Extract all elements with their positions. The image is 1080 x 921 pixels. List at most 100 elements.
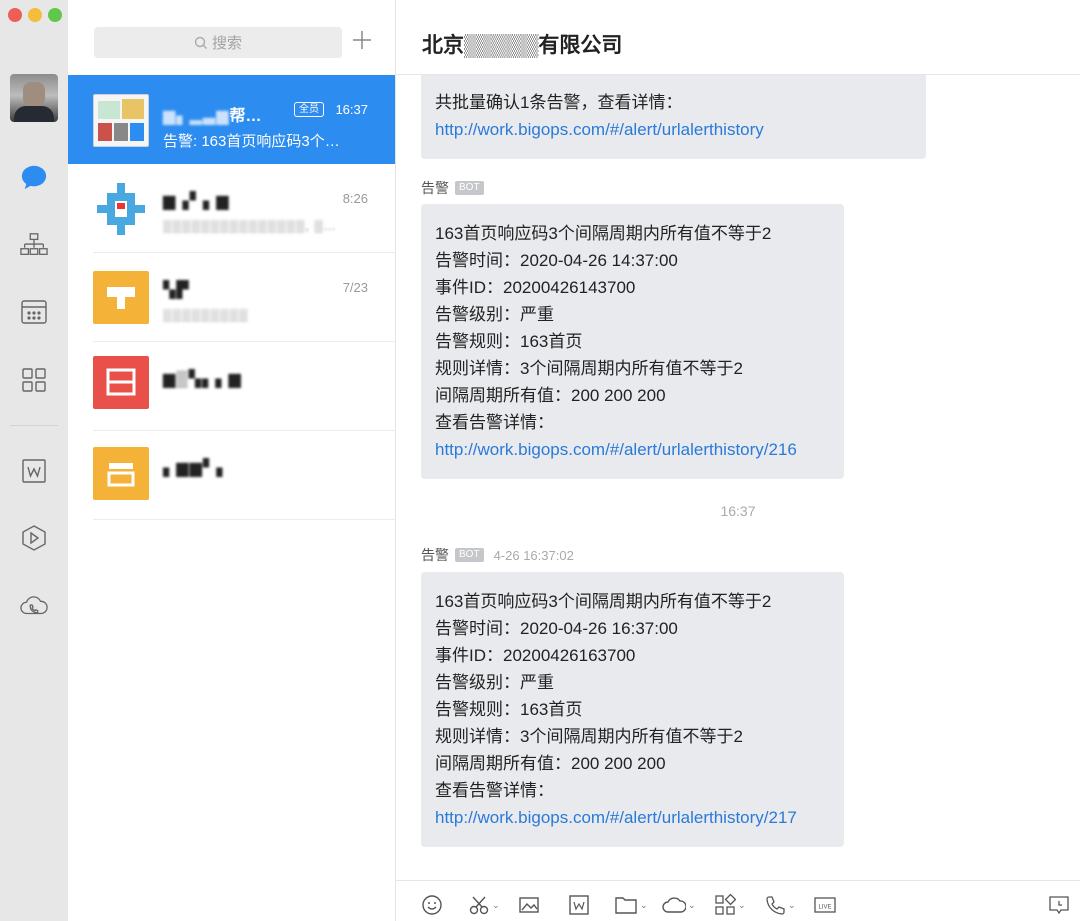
conversation-time: 16:37 [335, 102, 368, 117]
left-rail [0, 0, 68, 921]
folder-icon [615, 897, 637, 914]
message-link[interactable]: http://work.bigops.com/#/alert/urlalerth… [435, 808, 797, 827]
conversation-item[interactable]: ▆▒▚▖▖▆ [68, 342, 395, 431]
emoji-button[interactable] [421, 893, 443, 917]
message-line: 告警级别：严重 [435, 305, 554, 324]
chat-title: 北京▒▒▒▒▒有限公司 [422, 34, 623, 57]
message-line: 事件ID：20200426143700 [435, 278, 636, 297]
message-line: 规则详情：3个间隔周期内所有值不等于2 [435, 359, 743, 378]
conversation-avatar [93, 447, 149, 500]
document-w-icon [569, 895, 589, 915]
conversation-item[interactable]: ▖▆▆▘▖ [68, 431, 395, 520]
conversation-avatar [93, 271, 149, 324]
zoom-window-button[interactable] [48, 8, 62, 22]
org-chart-icon[interactable] [20, 231, 48, 259]
cloud-call-icon[interactable] [20, 592, 48, 620]
conversation-avatar [93, 183, 149, 236]
conversation-name: ▆▖▂▃▆帮… [163, 108, 262, 125]
search-placeholder: 搜索 [211, 35, 242, 52]
user-avatar[interactable] [10, 74, 58, 122]
conversation-time: 8:26 [342, 191, 368, 206]
live-button[interactable]: LIVE [814, 893, 836, 917]
message-link[interactable]: http://work.bigops.com/#/alert/urlalerth… [435, 120, 764, 139]
message-line: 163首页响应码3个间隔周期内所有值不等于2 [435, 592, 772, 611]
apps-grid-icon [715, 894, 736, 915]
document-w-icon[interactable] [20, 457, 48, 485]
composer-toolbar: ⌄ ⌄ ⌄ ⌄ ⌄ LIVE [396, 880, 1080, 921]
minimize-window-button[interactable] [28, 8, 42, 22]
conversation-item[interactable]: ▆▖▂▃▆帮… 全员 16:37 告警: 163首页响应码3个… [68, 75, 395, 164]
message-line: 告警规则：163首页 [435, 700, 583, 719]
history-button[interactable] [1048, 893, 1070, 917]
conversation-item[interactable]: ▚▛ 7/23 ▒▒▒▒▒▒▒▒▒ [68, 253, 395, 342]
search-icon [194, 36, 207, 49]
chat-history-icon [1049, 896, 1069, 915]
cube-icon[interactable] [20, 524, 48, 552]
image-button[interactable] [518, 893, 540, 917]
link-label: 查看告警详情： [435, 413, 554, 432]
message-line: 间隔周期所有值：200 200 200 [435, 754, 666, 773]
conversation-name: ▆▒▚▖▖▆ [163, 371, 242, 388]
time-divider: 16:37 [720, 503, 756, 519]
chevron-down-icon: ⌄ [688, 899, 696, 910]
plus-icon [353, 31, 371, 49]
call-button[interactable]: ⌄ [764, 893, 796, 917]
cloud-call-icon [662, 897, 686, 913]
cloud-call-button[interactable]: ⌄ [662, 893, 696, 917]
chevron-down-icon: ⌄ [788, 899, 796, 910]
screenshot-button[interactable]: ⌄ [468, 893, 500, 917]
conversation-list: 搜索 ▆▖▂▃▆帮… 全员 16:37 告警: 163首页响应码3个… ▆▗▘▖… [68, 0, 396, 921]
message-text: 共批量确认1条告警，查看详情： [435, 93, 683, 112]
message-list[interactable]: 共批量确认1条告警，查看详情： http://work.bigops.com/#/… [396, 75, 1080, 880]
close-window-button[interactable] [8, 8, 22, 22]
scissors-icon [469, 896, 489, 915]
apps-button[interactable]: ⌄ [714, 893, 746, 917]
sender-name: 告警 [421, 547, 449, 563]
message-line: 告警时间：2020-04-26 16:37:00 [435, 619, 678, 638]
message-line: 告警时间：2020-04-26 14:37:00 [435, 251, 678, 270]
message-line: 事件ID：20200426163700 [435, 646, 636, 665]
message-sender: 告警 BOT 4-26 16:37:02 [421, 545, 574, 565]
chevron-down-icon: ⌄ [492, 899, 500, 910]
bot-badge: BOT [455, 181, 484, 195]
live-icon: LIVE [814, 897, 836, 913]
conversation-name: ▚▛ [163, 282, 190, 299]
sender-name: 告警 [421, 180, 449, 196]
svg-text:LIVE: LIVE [818, 905, 831, 911]
message-bubble: 163首页响应码3个间隔周期内所有值不等于2 告警时间：2020-04-26 1… [421, 204, 844, 479]
folder-button[interactable]: ⌄ [614, 893, 648, 917]
message-line: 163首页响应码3个间隔周期内所有值不等于2 [435, 224, 772, 243]
message-line: 规则详情：3个间隔周期内所有值不等于2 [435, 727, 743, 746]
conversation-name: ▆▗▘▖▆ [163, 193, 230, 210]
message-line: 告警级别：严重 [435, 673, 554, 692]
message-sender: 告警 BOT [421, 178, 484, 198]
chat-bubble-icon[interactable] [20, 163, 48, 191]
message-link[interactable]: http://work.bigops.com/#/alert/urlalerth… [435, 440, 797, 459]
conversation-preview: ▒▒▒▒▒▒▒▒▒ [163, 308, 249, 322]
message-bubble: 163首页响应码3个间隔周期内所有值不等于2 告警时间：2020-04-26 1… [421, 572, 844, 847]
search-input[interactable]: 搜索 [94, 27, 342, 58]
apps-grid-icon[interactable] [20, 366, 48, 394]
conversation-name: ▖▆▆▘▖ [163, 460, 230, 477]
all-members-badge: 全员 [294, 102, 324, 117]
message-bubble: 共批量确认1条告警，查看详情： http://work.bigops.com/#/… [421, 75, 926, 159]
emoji-icon [422, 895, 442, 915]
chat-header: 北京▒▒▒▒▒有限公司 [396, 0, 1080, 75]
conversation-preview: 告警: 163首页响应码3个… [163, 133, 340, 150]
bot-badge: BOT [455, 548, 484, 562]
link-label: 查看告警详情： [435, 781, 554, 800]
message-time: 4-26 16:37:02 [493, 547, 574, 563]
calendar-icon[interactable] [20, 298, 48, 326]
conversation-item[interactable]: ▆▗▘▖▆ 8:26 ▒▒▒▒▒▒▒▒▒▒▒▒▒▒▒, ▒… [68, 164, 395, 253]
rail-divider [10, 425, 58, 426]
separator [93, 519, 395, 520]
chevron-down-icon: ⌄ [640, 899, 648, 910]
document-button[interactable] [568, 893, 590, 917]
message-line: 告警规则：163首页 [435, 332, 583, 351]
conversation-avatar [93, 356, 149, 409]
phone-icon [766, 896, 785, 915]
conversation-time: 7/23 [342, 280, 368, 295]
group-avatar [93, 94, 149, 147]
message-line: 间隔周期所有值：200 200 200 [435, 386, 666, 405]
add-button[interactable] [346, 24, 378, 56]
